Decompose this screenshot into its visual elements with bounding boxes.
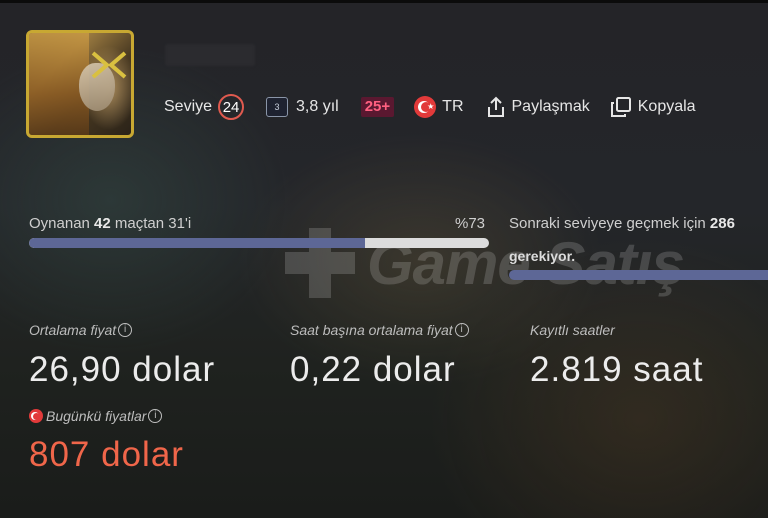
region-label: TR bbox=[442, 98, 464, 115]
copy-icon bbox=[610, 97, 631, 117]
age-rating-badge: 25+ bbox=[360, 97, 395, 117]
next-level-suffix: gerekiyor. bbox=[509, 248, 576, 264]
account-age: 3,8 yıl bbox=[296, 98, 339, 115]
info-icon[interactable]: i bbox=[148, 409, 163, 423]
info-icon[interactable]: i bbox=[118, 323, 133, 337]
hours-value: 2.819 saat bbox=[530, 350, 704, 389]
top-border bbox=[0, 0, 768, 3]
info-icon[interactable]: i bbox=[454, 323, 469, 337]
copy-button[interactable]: Kopyala bbox=[610, 96, 696, 118]
turkey-flag-icon bbox=[29, 409, 43, 423]
rank-x-icon bbox=[91, 51, 127, 79]
hourly-avg-value: 0,22 dolar bbox=[290, 350, 456, 389]
share-button[interactable]: Paylaşmak bbox=[486, 96, 590, 118]
copy-label: Kopyala bbox=[637, 98, 696, 115]
matches-progress-label: Oynanan 42 maçtan 31'i bbox=[29, 215, 192, 232]
next-level-label: Sonraki seviyeye geçmek için 286 bbox=[509, 215, 735, 232]
hours-label: Kayıtlı saatler bbox=[530, 322, 615, 338]
today-price-label: Bugünkü fiyatlar i bbox=[29, 408, 163, 424]
turkey-flag-icon: ★ bbox=[414, 96, 437, 118]
matches-progress-fill bbox=[29, 238, 365, 248]
matches-progress-bar bbox=[29, 238, 489, 248]
progress-percent: %73 bbox=[455, 215, 486, 232]
avatar bbox=[26, 30, 134, 138]
share-label: Paylaşmak bbox=[511, 98, 590, 115]
profile-info-row: Seviye 24 3 3,8 yıl 25+ ★ TR Paylaşmak K… bbox=[164, 92, 716, 122]
today-price-value: 807 dolar bbox=[29, 435, 184, 474]
next-level-progress-bar bbox=[509, 270, 768, 280]
share-icon bbox=[487, 96, 504, 117]
level-label: Seviye bbox=[164, 98, 213, 115]
level-badge: 24 bbox=[218, 94, 245, 120]
played-matches: 31'i bbox=[168, 215, 192, 232]
avg-price-label: Ortalama fiyat i bbox=[29, 322, 133, 338]
username-redacted bbox=[165, 44, 255, 66]
total-matches: 42 bbox=[94, 215, 111, 232]
avg-price-value: 26,90 dolar bbox=[29, 350, 216, 389]
hourly-avg-label: Saat başına ortalama fiyat i bbox=[290, 322, 469, 338]
next-level-value: 286 bbox=[709, 215, 735, 232]
years-icon: 3 bbox=[266, 97, 289, 117]
